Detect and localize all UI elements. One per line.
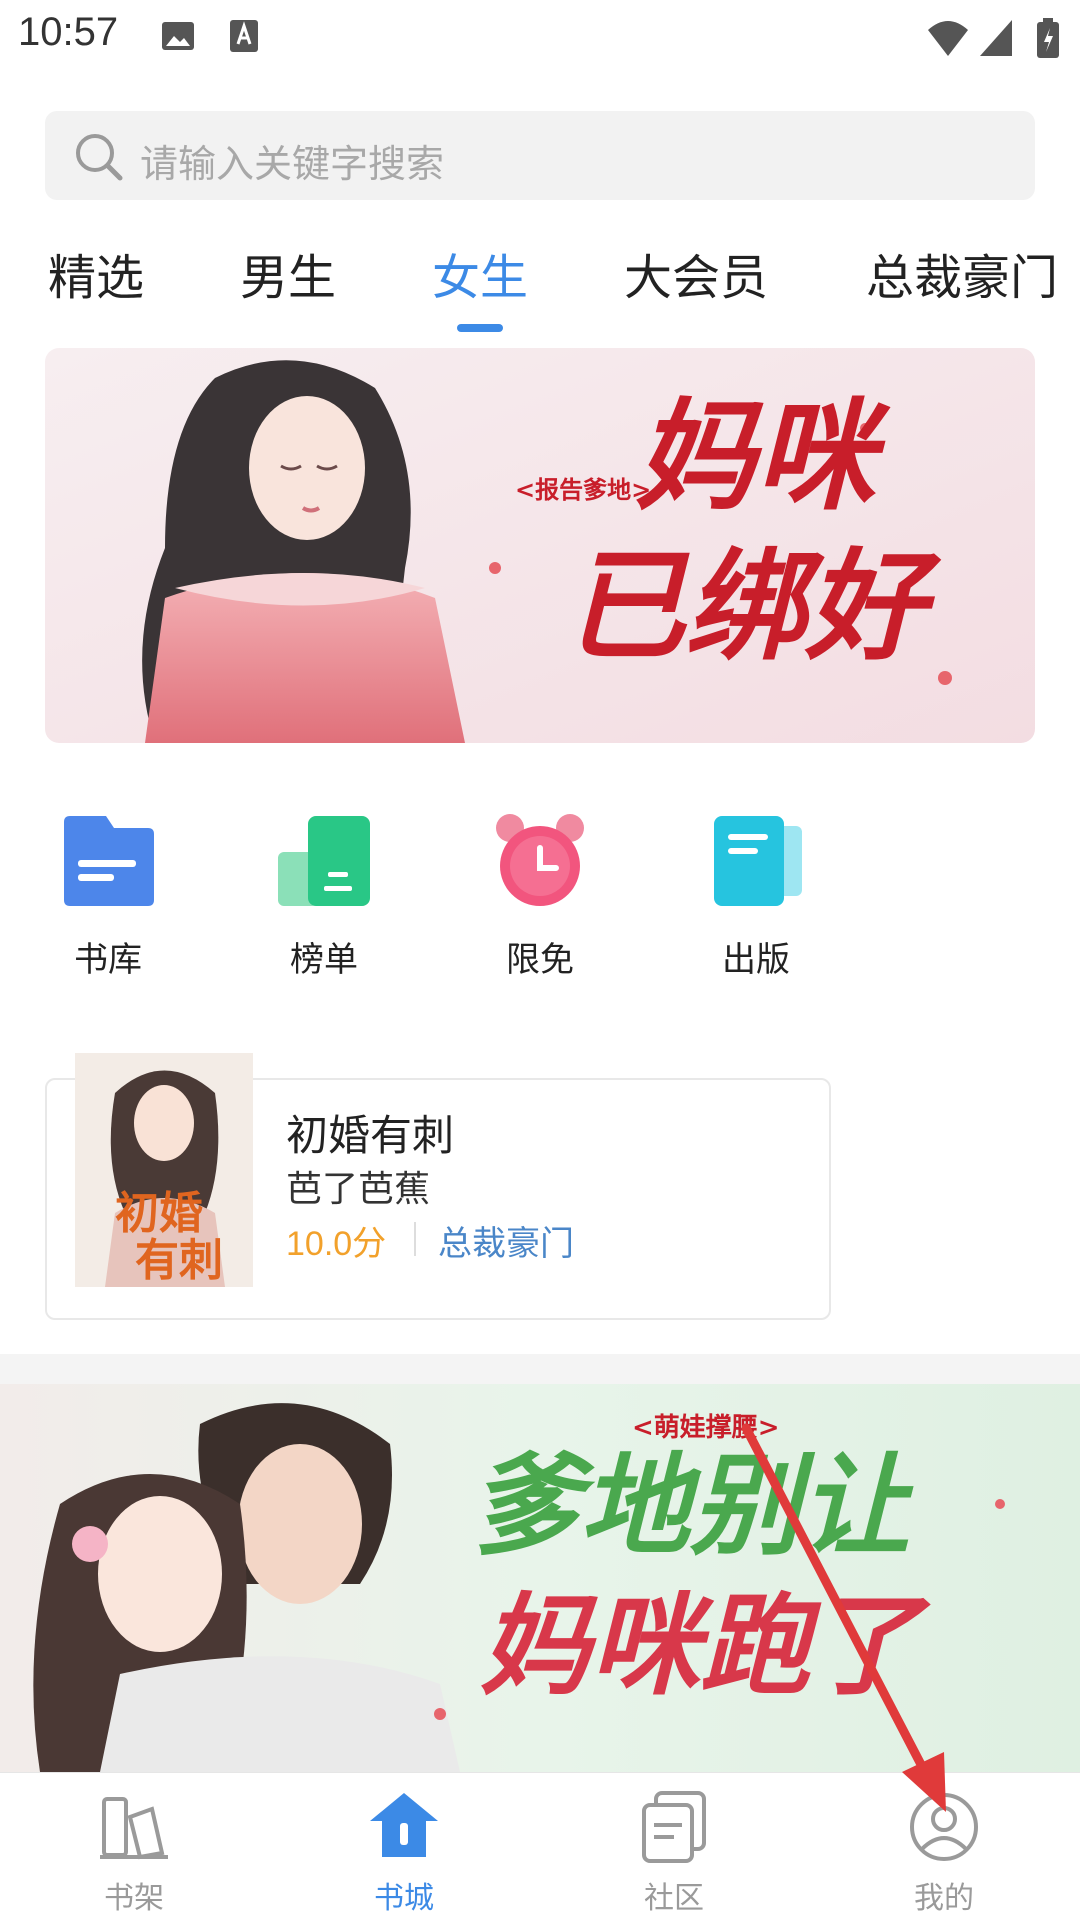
banner-illustration: <报告爹地> 妈咪 已绑好 (45, 348, 1035, 743)
entry-publish[interactable]: 出版 (696, 812, 816, 980)
entry-free[interactable]: 限免 (480, 812, 600, 980)
wifi-icon (926, 18, 970, 62)
book-title[interactable]: 初婚有刺 (286, 1102, 454, 1163)
alarm-clock-icon (492, 812, 588, 908)
entry-library[interactable]: 书库 (48, 812, 168, 980)
svg-text:<报告爹地>: <报告爹地> (515, 475, 651, 504)
tab-vip[interactable]: 大会员 (624, 238, 768, 308)
community-icon (634, 1787, 714, 1867)
status-time: 10:57 (18, 10, 119, 54)
search-bar[interactable]: 请输入关键字搜索 (45, 111, 1035, 200)
book-genre[interactable]: 总裁豪门 (438, 1216, 574, 1265)
svg-text:初婚: 初婚 (115, 1188, 203, 1239)
svg-text:妈咪跑了: 妈咪跑了 (480, 1581, 931, 1710)
publish-book-icon (708, 812, 804, 908)
tab-female[interactable]: 女生 (432, 238, 528, 308)
book-score: 10.0分 (286, 1225, 387, 1263)
book-cover[interactable]: 初婚 有刺 (75, 1053, 253, 1287)
tab-selected[interactable]: 精选 (48, 238, 144, 308)
entry-ranking-label: 榜单 (290, 940, 358, 980)
nav-bookstore[interactable]: 书城 (314, 1773, 494, 1921)
tab-ceo-romance[interactable]: 总裁豪门 (866, 238, 1058, 308)
svg-text:已绑好: 已绑好 (565, 536, 942, 677)
gallery-icon (160, 18, 196, 58)
search-placeholder: 请输入关键字搜索 (140, 142, 445, 186)
signal-icon (978, 18, 1014, 62)
bookstore-icon (364, 1787, 444, 1867)
entry-ranking[interactable]: 榜单 (264, 812, 384, 980)
ranking-icon (276, 812, 372, 908)
entry-publish-label: 出版 (722, 940, 790, 980)
nav-profile-label: 我的 (914, 1881, 974, 1916)
banner-illustration-2: <萌娃撑腰> 爹地别让 妈咪跑了 (0, 1384, 1080, 1772)
profile-icon (904, 1787, 984, 1867)
section-divider (0, 1354, 1080, 1384)
svg-text:有刺: 有刺 (135, 1235, 223, 1286)
featured-banner[interactable]: <报告爹地> 妈咪 已绑好 (45, 348, 1035, 743)
entry-library-label: 书库 (74, 940, 142, 980)
entry-free-label: 限免 (506, 940, 574, 980)
tab-male[interactable]: 男生 (240, 238, 336, 308)
svg-text:爹地别让: 爹地别让 (470, 1441, 914, 1570)
nav-profile[interactable]: 我的 (854, 1773, 1034, 1921)
svg-text:妈咪: 妈咪 (635, 386, 891, 527)
active-tab-indicator (457, 324, 503, 332)
nav-bookshelf-label: 书架 (104, 1881, 164, 1916)
bookshelf-icon (94, 1787, 174, 1867)
nav-community[interactable]: 社区 (584, 1773, 764, 1921)
book-author: 芭了芭蕉 (286, 1169, 431, 1210)
nav-bookstore-label: 书城 (374, 1881, 434, 1916)
category-tabs: 精选 男生 女生 大会员 总裁豪门 (0, 238, 1080, 338)
meta-divider (414, 1222, 416, 1256)
nav-bookshelf[interactable]: 书架 (44, 1773, 224, 1921)
promo-banner[interactable]: <萌娃撑腰> 爹地别让 妈咪跑了 (0, 1384, 1080, 1772)
bottom-navigation: 书架 书城 社区 我的 (0, 1772, 1080, 1921)
nav-community-label: 社区 (644, 1881, 704, 1916)
folder-icon (60, 812, 156, 908)
battery-icon (1036, 18, 1060, 64)
font-a-icon (228, 18, 260, 58)
search-icon (73, 131, 125, 187)
svg-text:<萌娃撑腰>: <萌娃撑腰> (632, 1413, 780, 1443)
status-bar: 10:57 (0, 0, 1080, 72)
